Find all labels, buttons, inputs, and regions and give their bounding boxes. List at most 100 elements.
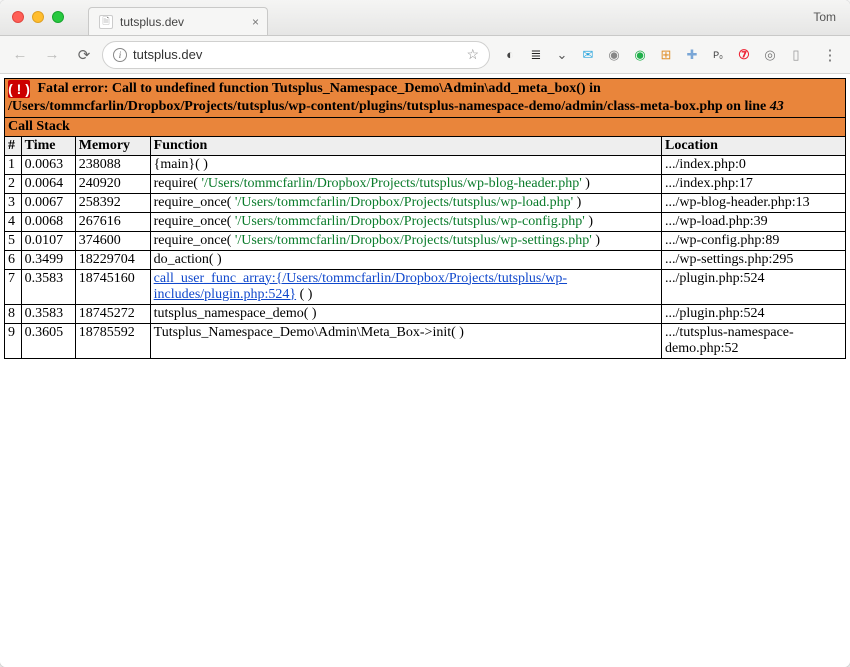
stack-time: 0.0068 (21, 212, 75, 231)
stack-location: .../wp-config.php:89 (662, 231, 846, 250)
error-icon: ( ! ) (8, 80, 30, 98)
stack-location: .../wp-settings.php:295 (662, 250, 846, 269)
profile-name[interactable]: Tom (813, 10, 836, 24)
stack-memory: 18785592 (75, 323, 150, 358)
stack-row: 90.360518785592Tutsplus_Namespace_Demo\A… (5, 323, 846, 358)
stack-memory: 374600 (75, 231, 150, 250)
extension-icon[interactable]: ◉ (602, 43, 626, 67)
reload-button[interactable]: ⟳ (70, 41, 98, 69)
stack-n: 5 (5, 231, 22, 250)
stack-row: 60.349918229704do_action( ).../wp-settin… (5, 250, 846, 269)
tab-close-icon[interactable]: × (252, 15, 259, 29)
stack-memory: 258392 (75, 193, 150, 212)
close-window-button[interactable] (12, 11, 24, 23)
stack-n: 7 (5, 269, 22, 304)
stack-memory: 18229704 (75, 250, 150, 269)
extension-icon[interactable]: ✚ (680, 43, 704, 67)
stack-location: .../plugin.php:524 (662, 269, 846, 304)
stack-fn-path: '/Users/tommcfarlin/Dropbox/Projects/tut… (235, 214, 585, 229)
extension-icon[interactable]: P₀ (706, 43, 730, 67)
maximize-window-button[interactable] (52, 11, 64, 23)
browser-window: 🗎 tutsplus.dev × Tom ← → ⟳ i tutsplus.de… (0, 0, 850, 667)
bookmark-star-icon[interactable]: ☆ (466, 46, 479, 63)
stack-n: 1 (5, 155, 22, 174)
stack-row: 40.0068267616require_once( '/Users/tommc… (5, 212, 846, 231)
toolbar: ← → ⟳ i tutsplus.dev ☆ ◐ ≣ ⌄ ✉ ◉ ◉ ⊞ ✚ P… (0, 36, 850, 74)
stack-location: .../wp-load.php:39 (662, 212, 846, 231)
back-button[interactable]: ← (6, 41, 34, 69)
stack-row: 50.0107374600require_once( '/Users/tommc… (5, 231, 846, 250)
stack-row: 30.0067258392require_once( '/Users/tommc… (5, 193, 846, 212)
tab-favicon-icon: 🗎 (99, 15, 113, 29)
extension-icon[interactable]: ≣ (524, 43, 548, 67)
stack-time: 0.0067 (21, 193, 75, 212)
stack-memory: 267616 (75, 212, 150, 231)
stack-function: require( '/Users/tommcfarlin/Dropbox/Pro… (150, 174, 661, 193)
stack-n: 4 (5, 212, 22, 231)
stack-time: 0.3583 (21, 304, 75, 323)
stack-time: 0.3583 (21, 269, 75, 304)
stack-row: 20.0064240920require( '/Users/tommcfarli… (5, 174, 846, 193)
stack-function: {main}( ) (150, 155, 661, 174)
stack-n: 8 (5, 304, 22, 323)
forward-button[interactable]: → (38, 41, 66, 69)
titlebar: 🗎 tutsplus.dev × Tom (0, 0, 850, 36)
stack-fn-path: '/Users/tommcfarlin/Dropbox/Projects/tut… (235, 195, 573, 210)
stack-time: 0.3605 (21, 323, 75, 358)
col-n: # (5, 136, 22, 155)
minimize-window-button[interactable] (32, 11, 44, 23)
stack-location: .../index.php:17 (662, 174, 846, 193)
stack-location: .../plugin.php:524 (662, 304, 846, 323)
extension-icon[interactable]: ⑦ (732, 43, 756, 67)
stack-function: Tutsplus_Namespace_Demo\Admin\Meta_Box->… (150, 323, 661, 358)
stack-function: require_once( '/Users/tommcfarlin/Dropbo… (150, 212, 661, 231)
col-function: Function (150, 136, 661, 155)
stack-memory: 238088 (75, 155, 150, 174)
stack-n: 6 (5, 250, 22, 269)
stack-fn-path: '/Users/tommcfarlin/Dropbox/Projects/tut… (201, 176, 581, 191)
stack-time: 0.0064 (21, 174, 75, 193)
tab-title: tutsplus.dev (120, 15, 184, 29)
error-message: Call to undefined function Tutsplus_Name… (8, 81, 770, 114)
stack-n: 9 (5, 323, 22, 358)
menu-button[interactable]: ⋮ (816, 41, 844, 69)
page-content: ( ! ) Fatal error: Call to undefined fun… (0, 74, 850, 667)
stack-location: .../index.php:0 (662, 155, 846, 174)
extension-icon[interactable]: ✉ (576, 43, 600, 67)
extension-icon[interactable]: ◐ (498, 43, 522, 67)
stack-memory: 18745272 (75, 304, 150, 323)
extension-icon[interactable]: ◉ (628, 43, 652, 67)
col-time: Time (21, 136, 75, 155)
stack-function: tutsplus_namespace_demo( ) (150, 304, 661, 323)
site-info-icon[interactable]: i (113, 48, 127, 62)
stack-function: require_once( '/Users/tommcfarlin/Dropbo… (150, 231, 661, 250)
stack-n: 3 (5, 193, 22, 212)
stack-n: 2 (5, 174, 22, 193)
stack-fn-link[interactable]: call_user_func_array:{/Users/tommcfarlin… (154, 271, 567, 302)
extension-icon[interactable]: ▯ (784, 43, 808, 67)
url-text: tutsplus.dev (133, 47, 202, 62)
extension-icon[interactable]: ⊞ (654, 43, 678, 67)
stack-memory: 240920 (75, 174, 150, 193)
extension-icon[interactable]: ◎ (758, 43, 782, 67)
extension-icon[interactable]: ⌄ (550, 43, 574, 67)
col-memory: Memory (75, 136, 150, 155)
error-table: ( ! ) Fatal error: Call to undefined fun… (4, 78, 846, 359)
stack-location: .../tutsplus-namespace-demo.php:52 (662, 323, 846, 358)
error-line: 43 (770, 99, 784, 114)
stack-function: do_action( ) (150, 250, 661, 269)
stack-time: 0.3499 (21, 250, 75, 269)
traffic-lights (12, 11, 64, 23)
stack-function: require_once( '/Users/tommcfarlin/Dropbo… (150, 193, 661, 212)
error-prefix: Fatal error: (38, 81, 112, 96)
error-banner: ( ! ) Fatal error: Call to undefined fun… (5, 79, 846, 118)
stack-location: .../wp-blog-header.php:13 (662, 193, 846, 212)
stack-row: 70.358318745160call_user_func_array:{/Us… (5, 269, 846, 304)
stack-function: call_user_func_array:{/Users/tommcfarlin… (150, 269, 661, 304)
col-location: Location (662, 136, 846, 155)
browser-tab[interactable]: 🗎 tutsplus.dev × (88, 7, 268, 35)
stack-time: 0.0107 (21, 231, 75, 250)
stack-row: 10.0063238088{main}( ).../index.php:0 (5, 155, 846, 174)
address-bar[interactable]: i tutsplus.dev ☆ (102, 41, 490, 69)
stack-memory: 18745160 (75, 269, 150, 304)
